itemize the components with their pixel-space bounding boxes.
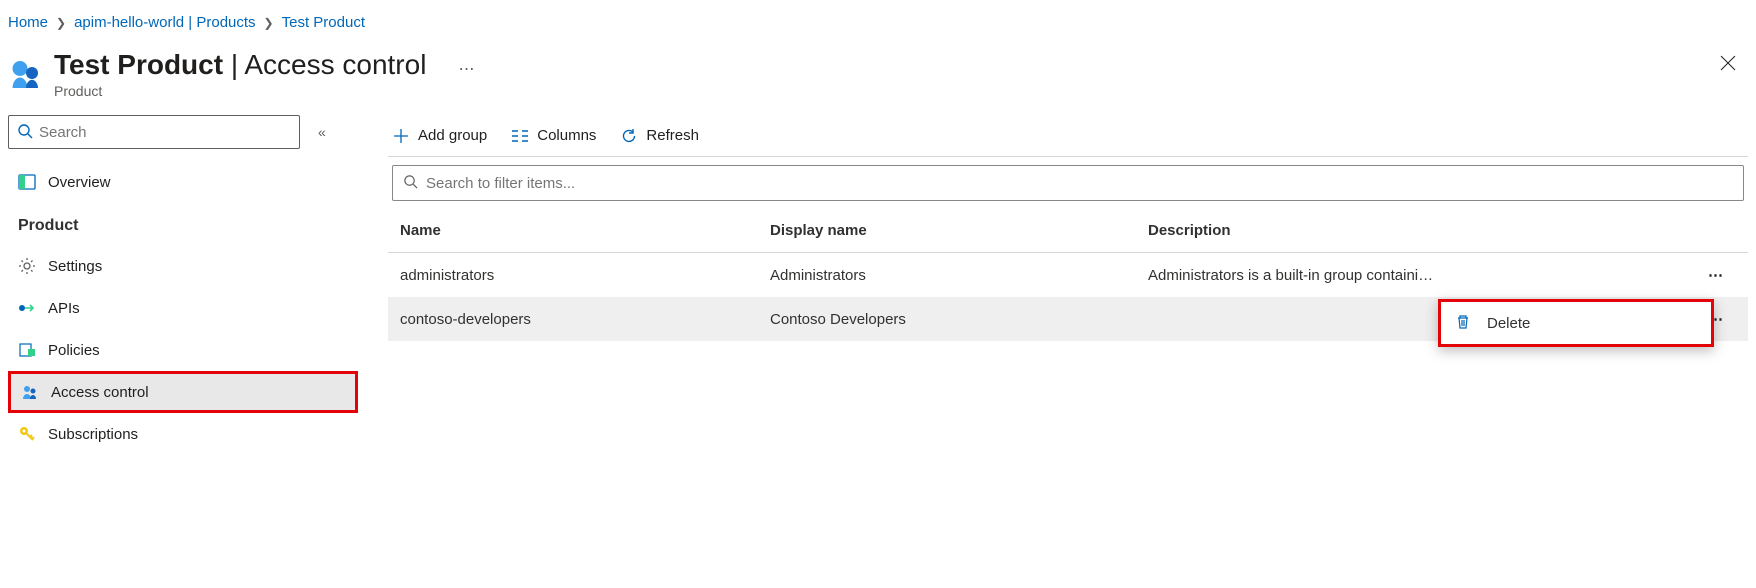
add-group-button[interactable]: Add group — [392, 127, 487, 145]
people-icon — [21, 383, 39, 401]
sidebar-item-apis[interactable]: APIs — [8, 287, 358, 329]
sidebar-item-label: Access control — [51, 384, 149, 401]
breadcrumb: Home ❯ apim-hello-world | Products ❯ Tes… — [0, 0, 1756, 41]
delete-menu-item[interactable]: Delete — [1441, 302, 1711, 344]
sidebar-item-access-control[interactable]: Access control — [8, 371, 358, 413]
row-context-menu: Delete — [1438, 299, 1714, 347]
refresh-icon — [620, 127, 638, 145]
column-header-name[interactable]: Name — [400, 222, 770, 239]
groups-table: Name Display name Description administra… — [388, 209, 1748, 341]
context-item-label: Delete — [1487, 315, 1530, 332]
cell-name: administrators — [400, 267, 770, 284]
table-header: Name Display name Description — [388, 209, 1748, 253]
sidebar-item-label: Subscriptions — [48, 426, 138, 443]
columns-icon — [511, 127, 529, 145]
collapse-sidebar-button[interactable]: « — [312, 118, 332, 146]
refresh-button[interactable]: Refresh — [620, 127, 699, 145]
key-icon — [18, 425, 36, 443]
gear-icon — [18, 257, 36, 275]
filter-input[interactable] — [426, 175, 1733, 192]
cell-display-name: Contoso Developers — [770, 311, 1148, 328]
toolbar: Add group Columns Refresh — [388, 115, 1748, 157]
breadcrumb-item-home[interactable]: Home — [8, 14, 48, 31]
sidebar-item-overview[interactable]: Overview — [8, 161, 358, 203]
sidebar-item-label: Settings — [48, 258, 102, 275]
columns-button[interactable]: Columns — [511, 127, 596, 145]
search-icon — [403, 174, 418, 192]
chevron-right-icon: ❯ — [56, 16, 66, 30]
breadcrumb-item-products[interactable]: apim-hello-world | Products — [74, 14, 255, 31]
cell-display-name: Administrators — [770, 267, 1148, 284]
row-more-button[interactable]: ⋯ — [1708, 267, 1724, 284]
main-content: Add group Columns Refresh — [358, 115, 1748, 455]
page-header: Test Product | Access control ⋯ Product — [0, 41, 1756, 115]
breadcrumb-item-test-product[interactable]: Test Product — [282, 14, 365, 31]
sidebar-search-input[interactable] — [39, 124, 291, 141]
trash-icon — [1455, 314, 1473, 332]
overview-icon — [18, 173, 36, 191]
product-people-icon — [8, 55, 44, 91]
toolbar-label: Columns — [537, 127, 596, 144]
sidebar-item-label: Policies — [48, 342, 100, 359]
sidebar-item-settings[interactable]: Settings — [8, 245, 358, 287]
cell-description: Administrators is a built-in group conta… — [1148, 267, 1696, 284]
more-icon[interactable]: ⋯ — [458, 59, 476, 79]
policy-icon — [18, 341, 36, 359]
sidebar-search-box[interactable] — [8, 115, 300, 149]
sidebar-item-subscriptions[interactable]: Subscriptions — [8, 413, 358, 455]
close-button[interactable] — [1708, 49, 1748, 82]
page-subtitle: Product — [54, 83, 1708, 99]
search-icon — [17, 123, 33, 142]
sidebar: « Overview Product Settings APIs Po — [8, 115, 358, 455]
table-row[interactable]: contoso-developers Contoso Developers ⋯ … — [388, 297, 1748, 341]
page-title: Test Product | Access control ⋯ — [54, 49, 1708, 81]
toolbar-label: Add group — [418, 127, 487, 144]
sidebar-item-label: APIs — [48, 300, 80, 317]
sidebar-item-label: Overview — [48, 174, 111, 191]
column-header-description[interactable]: Description — [1148, 222, 1696, 239]
sidebar-item-policies[interactable]: Policies — [8, 329, 358, 371]
table-row[interactable]: administrators Administrators Administra… — [388, 253, 1748, 297]
chevron-right-icon: ❯ — [264, 16, 274, 30]
toolbar-label: Refresh — [646, 127, 699, 144]
cell-name: contoso-developers — [400, 311, 770, 328]
sidebar-section-product: Product — [8, 203, 358, 245]
column-header-display-name[interactable]: Display name — [770, 222, 1148, 239]
plus-icon — [392, 127, 410, 145]
api-icon — [18, 299, 36, 317]
filter-box[interactable] — [392, 165, 1744, 201]
